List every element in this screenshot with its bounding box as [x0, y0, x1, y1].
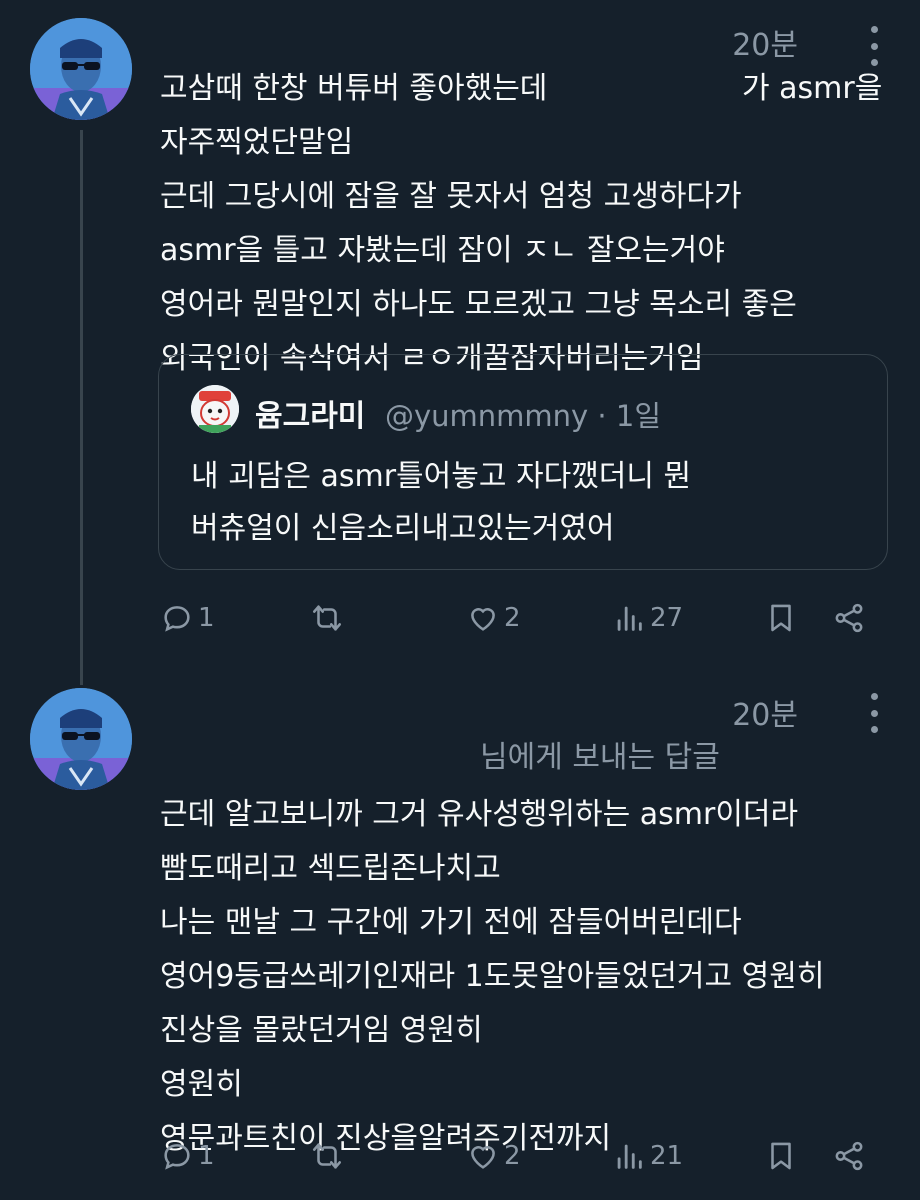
action-bar: 1 2 21 — [160, 1134, 880, 1178]
tweet-text-line: 영원히 — [160, 1067, 243, 1102]
like-icon — [471, 608, 495, 631]
tweet-text-line: 영어라 뭔말인지 하나도 모르겠고 그냥 목소리 좋은 — [160, 287, 797, 322]
quote-text-line: 내 괴담은 asmr틀어놓고 자다깼더니 뭔 — [191, 459, 692, 494]
tweet-text-line: 빰도때리고 섹드립존나치고 — [160, 851, 501, 886]
quote-author-name[interactable]: 윰그라미 — [255, 391, 365, 435]
quoted-tweet[interactable]: 윰그라미 @yumnmmny · 1일 내 괴담은 asmr틀어놓고 자다깼더니… — [158, 354, 888, 570]
retweet-icon — [312, 1143, 342, 1169]
tweet-text-line: 자주찍었단말임 — [160, 125, 354, 160]
reply-count: 1 — [198, 1141, 215, 1171]
views-button[interactable]: 27 — [612, 596, 683, 640]
avatar[interactable] — [30, 688, 132, 790]
like-count: 2 — [504, 603, 521, 633]
bookmark-icon — [771, 604, 791, 632]
reply-button[interactable]: 1 — [160, 1134, 215, 1178]
more-icon[interactable] — [868, 693, 880, 733]
tweet-text-line: 근데 그당시에 잠을 잘 못자서 엄청 고생하다가 — [160, 179, 742, 214]
bookmark-button[interactable] — [764, 1134, 798, 1178]
tweet-text-line: 영어9등급쓰레기인재라 1도못알아들었던거고 영원히 — [160, 959, 825, 994]
tweet-text-line: 가 asmr을 — [742, 71, 883, 106]
like-icon — [471, 1146, 495, 1169]
tweet-text: 고삼때 한창 버튜버 좋아했는데 가 asmr을 자주찍었단말임 근데 그당시에… — [160, 62, 890, 386]
tweet-text-line: 근데 알고보니까 그거 유사성행위하는 asmr이더라 — [160, 797, 799, 832]
reply-context: 님에게 보내는 답글 — [480, 740, 720, 775]
reply-icon — [164, 606, 190, 632]
views-count: 27 — [650, 603, 684, 633]
bookmark-icon — [771, 1142, 791, 1170]
timestamp[interactable]: 20분 — [732, 20, 798, 64]
share-icon — [835, 603, 863, 633]
reply-button[interactable]: 1 — [160, 596, 215, 640]
tweet-text-line: 고삼때 한창 버튜버 좋아했는데 — [160, 71, 548, 106]
reply-count: 1 — [198, 603, 215, 633]
quote-text: 내 괴담은 asmr틀어놓고 자다깼더니 뭔 버츄얼이 신음소리내고있는거였어 — [191, 451, 691, 555]
timestamp[interactable]: 20분 — [732, 690, 798, 734]
retweet-icon — [312, 605, 342, 631]
tweet[interactable]: 20분 님에게 보내는 답글 근데 알고보니까 그거 유사성행위하는 asmr이… — [0, 660, 920, 1200]
bookmark-button[interactable] — [764, 596, 798, 640]
quote-text-line: 버츄얼이 신음소리내고있는거였어 — [191, 511, 615, 546]
tweet-text: 근데 알고보니까 그거 유사성행위하는 asmr이더라 빰도때리고 섹드립존나치… — [160, 788, 890, 1166]
views-icon — [617, 1144, 642, 1169]
reply-icon — [164, 1144, 190, 1170]
views-count: 21 — [650, 1141, 684, 1171]
views-icon — [617, 606, 642, 631]
retweet-button[interactable] — [310, 596, 344, 640]
more-icon[interactable] — [868, 26, 880, 66]
quote-author-handle[interactable]: @yumnmmny · 1일 — [385, 393, 661, 435]
avatar[interactable] — [30, 18, 132, 120]
tweet-text-line: asmr을 틀고 자봤는데 잠이 ㅈㄴ 잘오는거야 — [160, 233, 725, 268]
like-count: 2 — [504, 1141, 521, 1171]
tweet[interactable]: 20분 고삼때 한창 버튜버 좋아했는데 가 asmr을 자주찍었단말임 근데 … — [0, 0, 920, 660]
like-button[interactable]: 2 — [466, 596, 521, 640]
tweet-text-line: 나는 맨날 그 구간에 가기 전에 잠들어버린데다 — [160, 905, 742, 940]
retweet-button[interactable] — [310, 1134, 344, 1178]
like-button[interactable]: 2 — [466, 1134, 521, 1178]
share-button[interactable] — [832, 1134, 866, 1178]
share-icon — [835, 1141, 863, 1171]
views-button[interactable]: 21 — [612, 1134, 683, 1178]
tweet-text-line: 진상을 몰랐던거임 영원히 — [160, 1013, 483, 1048]
share-button[interactable] — [832, 596, 866, 640]
action-bar: 1 2 27 — [160, 596, 880, 640]
quote-avatar[interactable] — [191, 385, 239, 433]
